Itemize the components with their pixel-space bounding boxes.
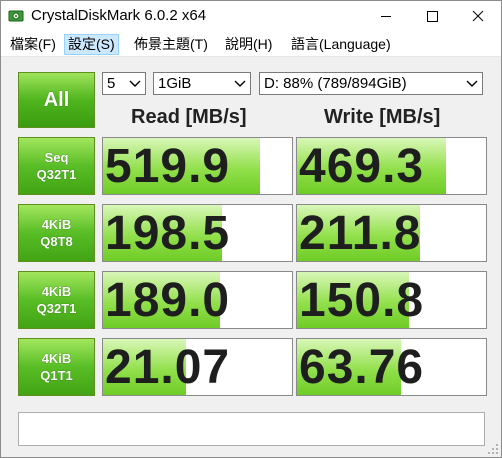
- row-label-line1: 4KiB: [41, 351, 72, 366]
- comment-field[interactable]: [18, 412, 485, 446]
- maximize-icon: [427, 11, 438, 22]
- result-value: 211.8: [299, 207, 422, 260]
- 4kib-q32t1-button[interactable]: 4KiB Q32T1: [18, 271, 95, 329]
- menu-file[interactable]: 檔案(F): [7, 34, 59, 55]
- window-title: CrystalDiskMark 6.0.2 x64: [31, 7, 207, 24]
- chevron-down-icon: [466, 80, 478, 87]
- result-value: 150.8: [299, 274, 425, 327]
- seq-q32t1-write-result: 469.3: [296, 137, 487, 195]
- minimize-icon: [381, 16, 391, 17]
- 4kib-q1t1-button[interactable]: 4KiB Q1T1: [18, 338, 95, 396]
- row-label-line2: Q8T8: [40, 234, 73, 249]
- write-column-header: Write [MB/s]: [324, 106, 441, 128]
- row-label-line2: Q1T1: [40, 368, 73, 383]
- result-value: 469.3: [299, 140, 425, 193]
- drive-value: D: 88% (789/894GiB): [264, 75, 407, 92]
- row-label-line2: Q32T1: [36, 301, 77, 316]
- resize-grip-icon[interactable]: [487, 443, 499, 455]
- minimize-button[interactable]: [363, 1, 409, 31]
- test-count-value: 5: [107, 75, 116, 92]
- result-value: 519.9: [105, 140, 231, 193]
- result-value: 198.5: [105, 207, 231, 260]
- chevron-down-icon: [234, 80, 246, 87]
- seq-q32t1-button[interactable]: Seq Q32T1: [18, 137, 95, 195]
- row-label-line2: Q32T1: [36, 167, 77, 182]
- drive-select[interactable]: D: 88% (789/894GiB): [259, 72, 483, 95]
- test-size-select[interactable]: 1GiB: [153, 72, 251, 95]
- 4kib-q32t1-read-result: 189.0: [102, 271, 293, 329]
- menu-help[interactable]: 說明(H): [222, 34, 275, 55]
- close-button[interactable]: [455, 1, 501, 31]
- row-label-line1: 4KiB: [41, 217, 72, 232]
- 4kib-q32t1-write-result: 150.8: [296, 271, 487, 329]
- menu-theme[interactable]: 佈景主題(T): [131, 34, 211, 55]
- result-value: 63.76: [299, 341, 425, 394]
- 4kib-q1t1-read-result: 21.07: [102, 338, 293, 396]
- menu-settings[interactable]: 設定(S): [64, 34, 119, 55]
- result-value: 189.0: [105, 274, 231, 327]
- app-window: CrystalDiskMark 6.0.2 x64 檔案(F) 設定(S) 佈景…: [0, 0, 502, 458]
- menu-bar: 檔案(F) 設定(S) 佈景主題(T) 說明(H) 語言(Language): [1, 31, 501, 57]
- disk-icon: [8, 10, 24, 22]
- title-bar[interactable]: CrystalDiskMark 6.0.2 x64: [1, 1, 501, 31]
- chevron-down-icon: [129, 80, 141, 87]
- result-value: 21.07: [105, 341, 231, 394]
- 4kib-q8t8-read-result: 198.5: [102, 204, 293, 262]
- 4kib-q8t8-button[interactable]: 4KiB Q8T8: [18, 204, 95, 262]
- test-count-select[interactable]: 5: [102, 72, 146, 95]
- run-all-button[interactable]: All: [18, 72, 95, 128]
- seq-q32t1-read-result: 519.9: [102, 137, 293, 195]
- 4kib-q8t8-write-result: 211.8: [296, 204, 487, 262]
- test-size-value: 1GiB: [158, 75, 192, 92]
- read-column-header: Read [MB/s]: [131, 106, 247, 128]
- row-label-line1: 4KiB: [41, 284, 72, 299]
- 4kib-q1t1-write-result: 63.76: [296, 338, 487, 396]
- benchmark-panel: All 5 1GiB D: 88% (789/894GiB) Read [MB/…: [1, 58, 501, 457]
- close-icon: [472, 10, 484, 22]
- maximize-button[interactable]: [409, 1, 455, 31]
- menu-language[interactable]: 語言(Language): [288, 34, 394, 55]
- row-label-line1: Seq: [44, 150, 69, 165]
